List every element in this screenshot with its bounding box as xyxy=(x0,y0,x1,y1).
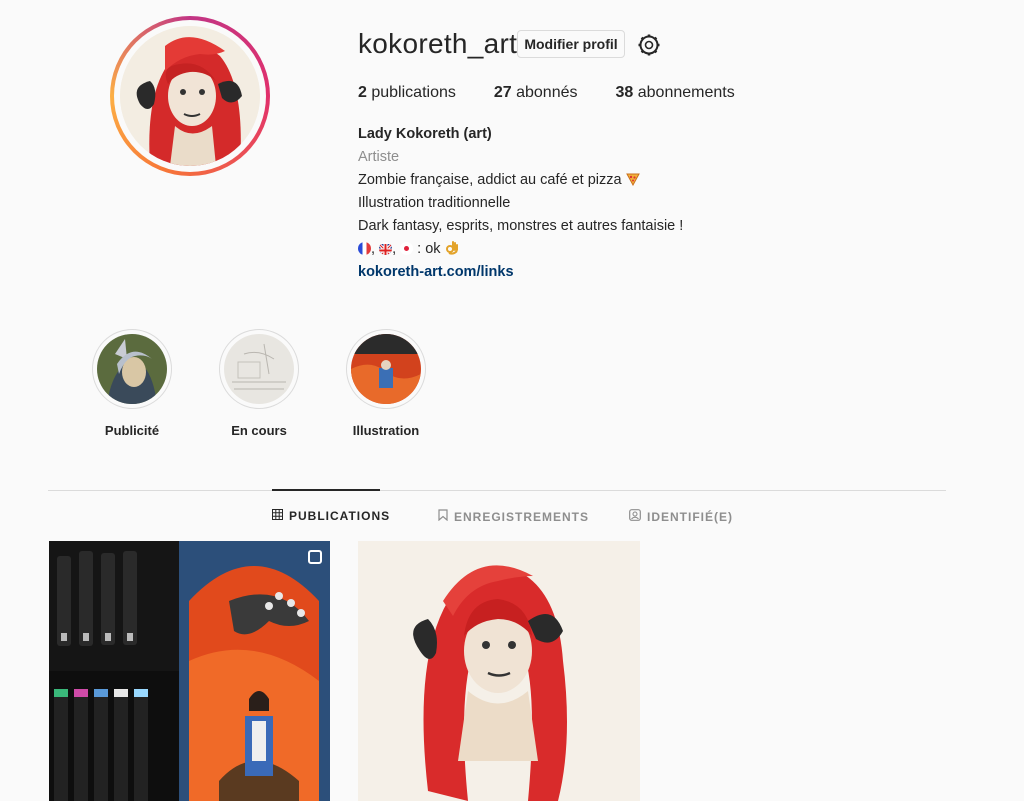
highlight-cover-en-cours xyxy=(224,334,294,404)
bio-name: Lady Kokoreth (art) xyxy=(358,126,492,142)
highlight-cover-illustration xyxy=(351,334,421,404)
uk-flag-icon xyxy=(379,242,393,255)
post-thumbnail-2[interactable] xyxy=(358,541,640,801)
bio-line-4: , , : ok xyxy=(358,238,778,261)
edit-profile-button[interactable]: Modifier profil xyxy=(517,30,625,58)
active-tab-indicator xyxy=(272,489,380,491)
ok-hand-icon xyxy=(445,241,459,257)
gear-icon[interactable] xyxy=(637,33,661,57)
avatar-image xyxy=(120,26,260,166)
tagged-icon xyxy=(629,509,641,524)
highlight-label: En cours xyxy=(231,423,287,438)
profile-stats: 2 publications 27 abonnés 38 abonnements xyxy=(358,84,735,102)
followers-stat[interactable]: 27 abonnés xyxy=(494,84,578,102)
tab-identifie[interactable]: IDENTIFIÉ(E) xyxy=(629,509,733,524)
bio-line-3: Dark fantasy, esprits, monstres et autre… xyxy=(358,218,684,234)
tabs-divider xyxy=(48,490,946,491)
highlight-label: Illustration xyxy=(352,423,420,438)
tab-publications[interactable]: PUBLICATIONS xyxy=(272,509,390,523)
bio-link[interactable]: kokoreth-art.com/links xyxy=(358,261,778,284)
france-flag-icon xyxy=(358,242,371,255)
bookmark-icon xyxy=(438,509,448,524)
profile-avatar[interactable] xyxy=(110,16,270,176)
grid-icon xyxy=(272,509,283,523)
highlight-en-cours[interactable]: En cours xyxy=(219,329,299,438)
bio-line-1: Zombie française, addict au café et pizz… xyxy=(358,169,778,192)
following-stat[interactable]: 38 abonnements xyxy=(616,84,735,102)
post-thumbnail-1[interactable] xyxy=(49,541,330,801)
tab-enregistrements[interactable]: ENREGISTREMENTS xyxy=(438,509,589,524)
bio-category: Artiste xyxy=(358,149,400,165)
highlight-publicite[interactable]: Publicité xyxy=(92,329,172,438)
profile-bio: Lady Kokoreth (art) Artiste Zombie franç… xyxy=(358,123,778,284)
highlight-label: Publicité xyxy=(104,423,160,438)
japan-flag-icon xyxy=(400,242,414,255)
highlight-illustration[interactable]: Illustration xyxy=(346,329,426,438)
bio-line-2: Illustration traditionnelle xyxy=(358,195,511,211)
posts-stat: 2 publications xyxy=(358,84,456,101)
profile-username: kokoreth_art xyxy=(358,28,518,59)
pizza-icon xyxy=(625,172,640,188)
highlight-cover-publicite xyxy=(97,334,167,404)
